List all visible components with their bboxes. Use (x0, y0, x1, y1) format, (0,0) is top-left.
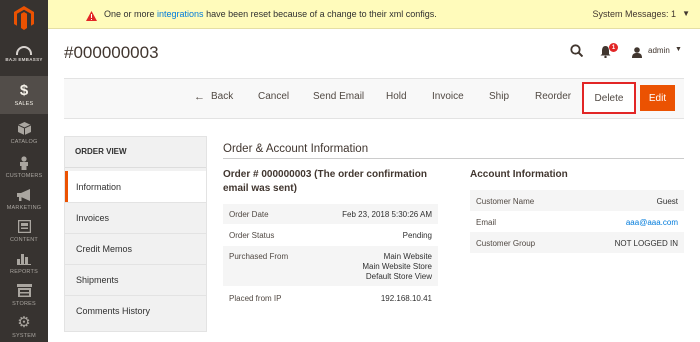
page-title: #000000003 (64, 43, 159, 62)
bar-chart-icon (17, 251, 31, 266)
nav-sales[interactable]: $ SALES (0, 76, 48, 114)
row-label: Customer Name (476, 197, 535, 206)
admin-sidebar: BAJI EMBASSY $ SALES CATALOG CUSTOMERS M… (0, 0, 48, 342)
person-icon (19, 155, 29, 170)
row-label: Placed from IP (229, 294, 282, 303)
tab-comments-history[interactable]: Comments History (65, 295, 206, 326)
order-date-row: Order Date Feb 23, 2018 5:30:26 AM (223, 204, 438, 224)
chevron-down-icon[interactable]: ▼ (682, 9, 690, 18)
warning-icon (86, 8, 97, 26)
dollar-icon: $ (19, 82, 29, 99)
row-label: Customer Group (476, 239, 536, 248)
delete-button[interactable]: Delete (582, 82, 636, 114)
reorder-button[interactable]: Reorder (535, 91, 571, 102)
customer-email-link[interactable]: aaa@aaa.com (626, 218, 678, 228)
row-value: Feb 23, 2018 5:30:26 AM (342, 210, 432, 219)
notice-text-prefix: One or more (104, 9, 158, 19)
system-notice-bar: One or more integrations have been reset… (48, 0, 700, 29)
tab-invoices[interactable]: Invoices (65, 202, 206, 233)
order-view-heading: ORDER VIEW (75, 147, 127, 156)
integrations-link[interactable]: integrations (157, 9, 204, 19)
order-status-row: Order Status Pending (223, 224, 438, 245)
chevron-down-icon[interactable]: ▼ (675, 46, 682, 53)
customer-group-row: Customer Group NOT LOGGED IN (470, 232, 684, 253)
account-info-title: Account Information (470, 169, 568, 180)
search-icon[interactable] (570, 44, 584, 62)
user-icon[interactable] (632, 45, 642, 63)
back-button[interactable]: Back (211, 91, 233, 102)
send-email-button[interactable]: Send Email (313, 91, 364, 102)
layout-icon (17, 219, 31, 234)
customer-name-row: Customer Name Guest (470, 190, 684, 211)
value-line: Main Website (383, 252, 432, 261)
row-label: Purchased From (229, 252, 289, 261)
value-line: Default Store View (365, 272, 432, 281)
section-title: Order & Account Information (223, 143, 369, 155)
row-label: Order Date (229, 210, 269, 219)
arrow-left-icon[interactable]: ← (194, 91, 205, 103)
gear-icon: ⚙ (17, 314, 31, 331)
notice-message: One or more integrations have been reset… (104, 9, 437, 19)
tab-credit-memos[interactable]: Credit Memos (65, 233, 206, 264)
row-label: Order Status (229, 231, 275, 240)
cancel-button[interactable]: Cancel (258, 91, 289, 102)
magento-logo[interactable] (0, 0, 48, 36)
hold-button[interactable]: Hold (386, 91, 407, 102)
ship-button[interactable]: Ship (489, 91, 509, 102)
tab-information[interactable]: Information (65, 171, 206, 202)
row-value: Main Website Main Website Store Default St… (362, 252, 432, 282)
tab-shipments[interactable]: Shipments (65, 264, 206, 295)
row-value: NOT LOGGED IN (614, 239, 678, 248)
notice-text-suffix: have been reset because of a change to t… (203, 9, 437, 19)
notification-count-badge: 1 (609, 43, 618, 52)
store-brand-logo: BAJI EMBASSY (0, 40, 48, 68)
order-view-tabs: ORDER VIEW Information Invoices Credit M… (64, 136, 207, 332)
placed-from-ip-row: Placed from IP 192.168.10.41 (223, 287, 438, 308)
store-icon (16, 283, 32, 298)
order-title: Order # 000000003 (The order confirmatio… (223, 169, 427, 194)
divider (223, 158, 684, 159)
row-label: Email (476, 218, 497, 227)
purchased-from-row: Purchased From Main Website Main Website … (223, 246, 438, 286)
cube-icon (17, 121, 31, 136)
megaphone-icon (16, 187, 32, 202)
row-value: Guest (656, 197, 678, 206)
nav-system[interactable]: ⚙ SYSTEM (0, 308, 48, 342)
edit-button[interactable]: Edit (640, 85, 675, 111)
admin-user-menu[interactable]: admin (648, 46, 670, 55)
divider (65, 167, 206, 168)
system-messages-toggle[interactable]: System Messages: 1 (592, 9, 676, 19)
row-value: Pending (402, 231, 432, 240)
value-line: Main Website Store (362, 262, 432, 271)
row-value: 192.168.10.41 (380, 294, 432, 303)
nav-catalog[interactable]: CATALOG (0, 114, 48, 152)
invoice-button[interactable]: Invoice (432, 91, 464, 102)
email-row: Email aaa@aaa.com (470, 211, 684, 232)
